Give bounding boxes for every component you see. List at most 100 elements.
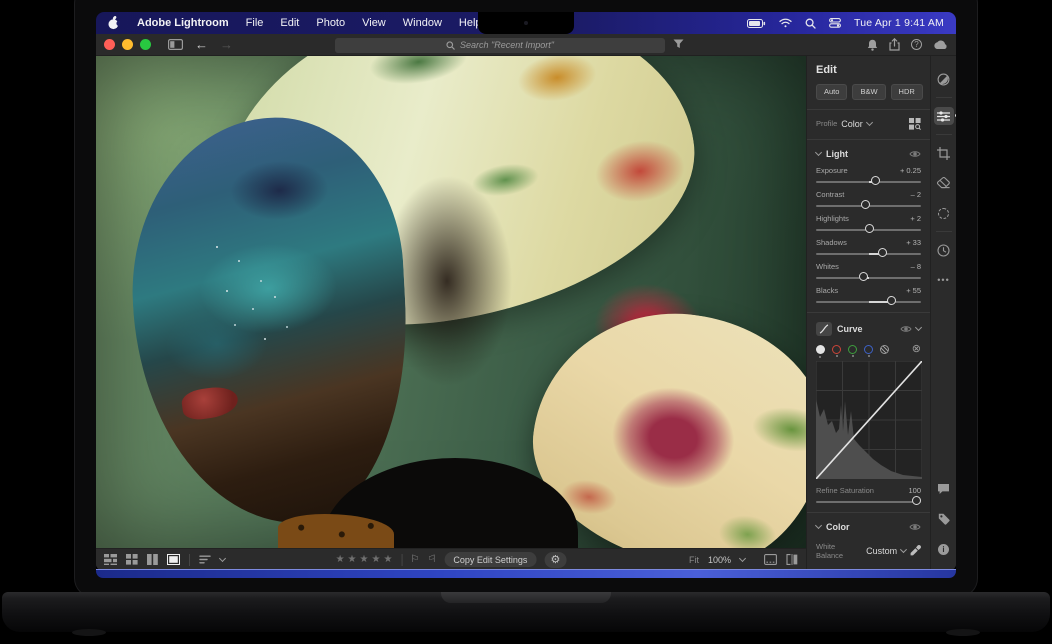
control-center-icon[interactable] <box>829 18 841 28</box>
slider-track[interactable] <box>816 277 921 279</box>
cloud-sync-icon[interactable] <box>933 40 948 50</box>
keyword-tag-icon[interactable] <box>934 510 954 528</box>
curve-channel-all[interactable] <box>816 345 825 354</box>
profile-browser-icon[interactable] <box>909 118 921 130</box>
slider-thumb[interactable] <box>912 496 921 505</box>
share-icon[interactable] <box>889 38 900 51</box>
star-icon[interactable]: ★ <box>371 554 381 565</box>
color-visibility-eye-icon[interactable] <box>909 523 921 531</box>
minimize-button[interactable] <box>122 39 133 50</box>
color-section-header[interactable]: Color <box>816 522 921 532</box>
reject-flag-icon[interactable]: ⚐ <box>427 554 436 565</box>
search-input[interactable]: Search "Recent Import" <box>335 38 665 53</box>
zoom-chevron-down-icon[interactable] <box>739 554 746 561</box>
zoom-level[interactable]: 100% <box>708 555 731 565</box>
menu-view[interactable]: View <box>362 17 386 29</box>
slider-thumb[interactable] <box>871 176 880 185</box>
profile-value[interactable]: Color <box>841 119 863 129</box>
slider-label: Whites <box>816 262 839 271</box>
face-sparkles <box>216 246 218 248</box>
healing-eraser-icon[interactable] <box>934 174 954 192</box>
curve-collapse-chevron-icon[interactable] <box>915 323 922 330</box>
star-icon[interactable]: ★ <box>383 554 393 565</box>
help-icon[interactable]: ? <box>911 39 922 50</box>
sort-chevron-down-icon[interactable] <box>219 554 226 561</box>
curve-icon[interactable] <box>816 322 832 336</box>
menu-edit[interactable]: Edit <box>280 17 299 29</box>
comments-icon[interactable] <box>934 480 954 498</box>
toolbar-divider <box>754 554 755 566</box>
curve-visibility-eye-icon[interactable] <box>900 325 912 333</box>
curve-channel-blue[interactable] <box>864 345 873 354</box>
filter-funnel-icon[interactable] <box>673 39 684 49</box>
spotlight-search-icon[interactable] <box>805 18 816 29</box>
slider-track[interactable] <box>816 301 921 303</box>
filmstrip-toggle-icon[interactable] <box>764 554 777 565</box>
bw-button[interactable]: B&W <box>852 84 885 100</box>
slider-thumb[interactable] <box>861 200 870 209</box>
curve-reset-icon[interactable]: ⊗ <box>912 344 921 355</box>
rail-divider <box>936 134 952 135</box>
menu-file[interactable]: File <box>246 17 264 29</box>
curve-channel-red[interactable] <box>832 345 841 354</box>
more-tools-icon[interactable]: ••• <box>934 271 954 289</box>
before-after-icon[interactable] <box>786 554 798 565</box>
light-section-header[interactable]: Light <box>816 149 921 159</box>
slider-thumb[interactable] <box>887 296 896 305</box>
profile-chevron-down-icon[interactable] <box>866 118 873 125</box>
apple-logo-icon[interactable] <box>108 16 120 30</box>
notifications-bell-icon[interactable] <box>867 39 878 51</box>
star-icon[interactable]: ★ <box>348 554 358 565</box>
auto-button[interactable]: Auto <box>816 84 847 100</box>
presets-icon[interactable] <box>934 70 954 88</box>
edit-sliders-icon[interactable] <box>934 107 954 125</box>
sidebar-toggle-icon[interactable] <box>168 39 183 50</box>
slider-track[interactable] <box>816 181 921 183</box>
star-rating[interactable]: ★★★★★ <box>336 554 394 565</box>
tone-curve-editor[interactable] <box>816 361 921 479</box>
light-collapse-chevron-icon[interactable] <box>815 148 822 155</box>
menu-window[interactable]: Window <box>403 17 442 29</box>
curve-channel-green[interactable] <box>848 345 857 354</box>
star-icon[interactable]: ★ <box>360 554 370 565</box>
light-visibility-eye-icon[interactable] <box>909 150 921 158</box>
photo-canvas[interactable] <box>96 56 806 548</box>
slider-track[interactable] <box>816 205 921 207</box>
eyedropper-icon[interactable] <box>910 545 921 556</box>
close-button[interactable] <box>104 39 115 50</box>
slider-label: Contrast <box>816 190 844 199</box>
masking-icon[interactable] <box>934 204 954 222</box>
photo-grid-view-icon[interactable] <box>104 554 117 565</box>
white-balance-chevron-down-icon[interactable] <box>900 546 907 553</box>
slider-thumb[interactable] <box>865 224 874 233</box>
white-balance-value[interactable]: Custom <box>866 546 897 556</box>
zoom-button[interactable] <box>140 39 151 50</box>
versions-history-icon[interactable] <box>934 241 954 259</box>
curve-channel-parametric[interactable] <box>880 345 889 354</box>
fit-label[interactable]: Fit <box>689 555 699 565</box>
compare-view-icon[interactable] <box>147 554 158 565</box>
battery-icon[interactable] <box>747 19 766 28</box>
copy-edit-settings-button[interactable]: Copy Edit Settings <box>444 552 536 567</box>
menu-app-name[interactable]: Adobe Lightroom <box>137 17 229 29</box>
slider-thumb[interactable] <box>859 272 868 281</box>
slider-track[interactable] <box>816 253 921 255</box>
wifi-icon[interactable] <box>779 18 792 28</box>
menu-clock[interactable]: Tue Apr 1 9:41 AM <box>854 17 944 29</box>
sort-icon[interactable] <box>199 555 211 564</box>
slider-track[interactable] <box>816 229 921 231</box>
hdr-button[interactable]: HDR <box>891 84 923 100</box>
slider-thumb[interactable] <box>878 248 887 257</box>
pick-flag-icon[interactable]: ⚐ <box>410 554 419 565</box>
menu-photo[interactable]: Photo <box>316 17 345 29</box>
settings-gear-button[interactable]: ⚙ <box>544 552 566 568</box>
detail-view-icon[interactable] <box>167 554 180 565</box>
color-collapse-chevron-icon[interactable] <box>815 521 822 528</box>
square-grid-view-icon[interactable] <box>126 554 138 565</box>
crop-icon[interactable] <box>934 144 954 162</box>
back-icon[interactable]: ← <box>195 38 208 51</box>
slider-track[interactable] <box>816 501 921 503</box>
curve-section-header[interactable]: Curve <box>816 322 921 336</box>
star-icon[interactable]: ★ <box>336 554 346 565</box>
info-icon[interactable]: i <box>934 540 954 558</box>
